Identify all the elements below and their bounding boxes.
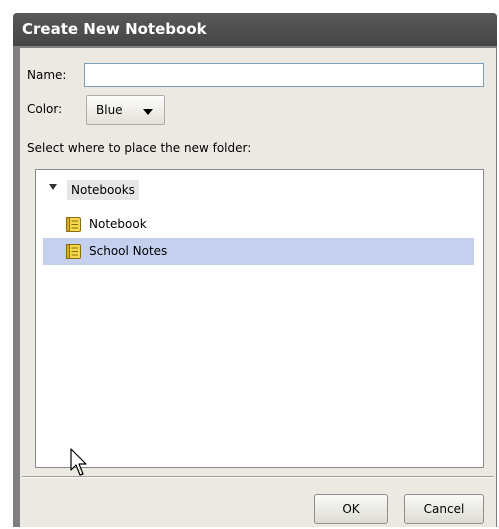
tree-item-notebook[interactable]: Notebook [43, 211, 474, 238]
button-separator [22, 476, 494, 478]
tree-item-label: School Notes [89, 244, 168, 258]
name-input[interactable] [84, 63, 484, 87]
tree-root-label[interactable]: Notebooks [67, 180, 139, 200]
expand-triangle-icon[interactable] [49, 184, 57, 190]
notebook-icon [66, 217, 81, 232]
color-label: Color: [27, 102, 63, 116]
folder-tree[interactable]: Notebooks Notebook School Notes [35, 169, 484, 468]
color-dropdown-value: Blue [96, 103, 123, 117]
location-label: Select where to place the new folder: [27, 141, 252, 155]
tree-item-school-notes[interactable]: School Notes [43, 238, 474, 265]
name-label: Name: [27, 68, 67, 82]
ok-button[interactable]: OK [314, 494, 388, 524]
cancel-button[interactable]: Cancel [404, 494, 484, 524]
dialog-body: Name: Color: Blue Select where to place … [20, 48, 496, 527]
notebook-icon [66, 244, 81, 259]
chevron-down-icon [143, 109, 153, 115]
dialog-title: Create New Notebook [13, 13, 497, 46]
mouse-pointer-icon [70, 448, 87, 476]
color-dropdown[interactable]: Blue [86, 95, 165, 125]
tree-item-label: Notebook [89, 217, 147, 231]
